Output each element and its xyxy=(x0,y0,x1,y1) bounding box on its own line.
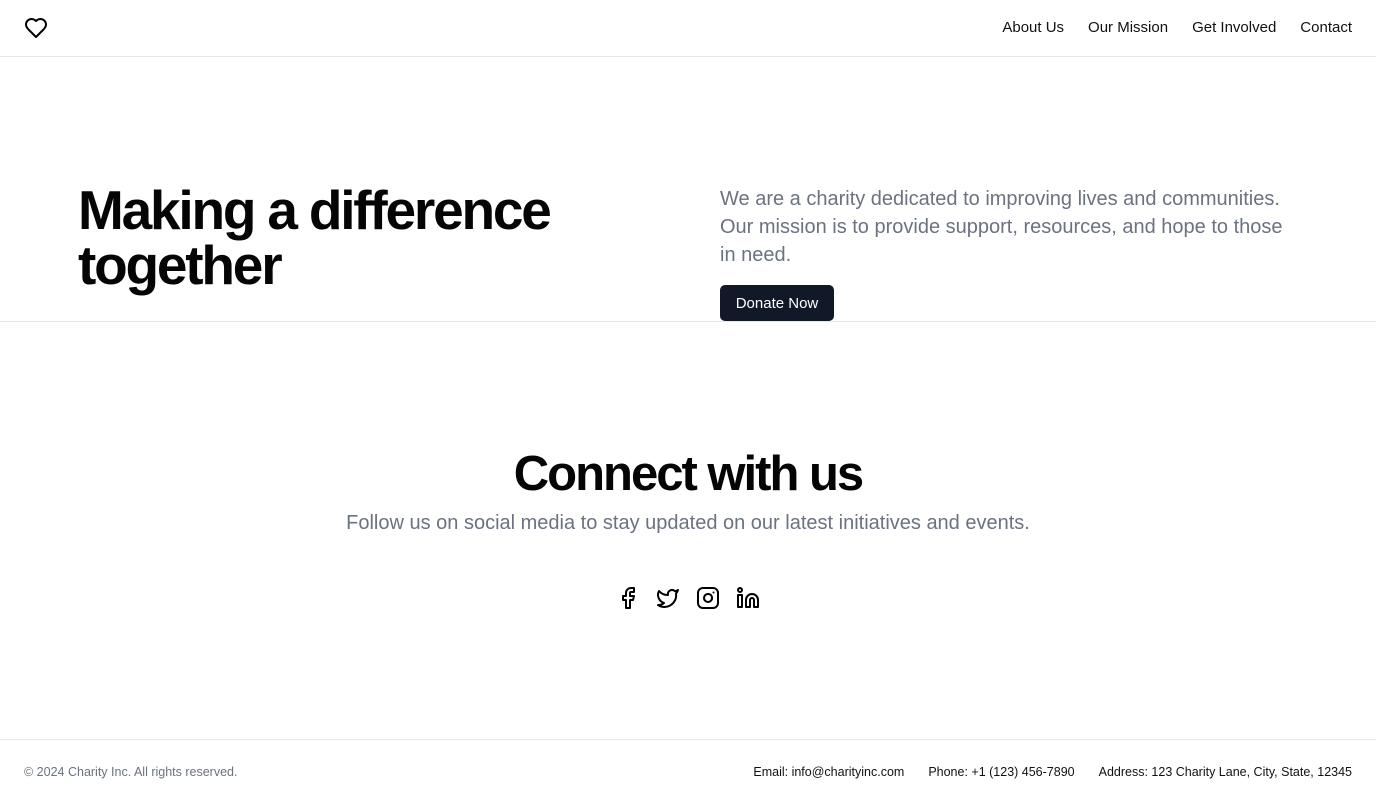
instagram-icon[interactable] xyxy=(696,586,720,610)
facebook-icon[interactable] xyxy=(616,586,640,610)
nav-contact[interactable]: Contact xyxy=(1300,18,1352,38)
connect-subtitle: Follow us on social media to stay update… xyxy=(346,512,1030,534)
connect-section: Connect with us Follow us on social medi… xyxy=(0,322,1376,740)
connect-title: Connect with us xyxy=(513,447,864,501)
heart-icon[interactable] xyxy=(24,16,48,40)
footer-email[interactable]: Email: info@charityinc.com xyxy=(753,765,904,779)
hero-section: Making a difference together We are a ch… xyxy=(0,57,1376,322)
footer-address: Address: 123 Charity Lane, City, State, … xyxy=(1098,765,1352,779)
nav-about-us[interactable]: About Us xyxy=(1002,18,1064,38)
site-header: About Us Our Mission Get Involved Contac… xyxy=(0,0,1376,57)
main-nav: About Us Our Mission Get Involved Contac… xyxy=(1002,18,1352,38)
nav-our-mission[interactable]: Our Mission xyxy=(1088,18,1168,38)
hero-description: We are a charity dedicated to improving … xyxy=(720,188,1283,266)
nav-get-involved[interactable]: Get Involved xyxy=(1192,18,1276,38)
social-links xyxy=(0,586,1376,610)
donate-now-button[interactable]: Donate Now xyxy=(720,285,834,321)
twitter-icon[interactable] xyxy=(656,586,680,610)
footer-phone[interactable]: Phone: +1 (123) 456-7890 xyxy=(928,765,1074,779)
hero-title: Making a difference together xyxy=(78,179,552,296)
contact-info: Email: info@charityinc.com Phone: +1 (12… xyxy=(753,765,1352,779)
linkedin-icon[interactable] xyxy=(736,586,760,610)
copyright-text: © 2024 Charity Inc. All rights reserved. xyxy=(24,765,238,779)
site-footer: © 2024 Charity Inc. All rights reserved.… xyxy=(0,739,1376,804)
